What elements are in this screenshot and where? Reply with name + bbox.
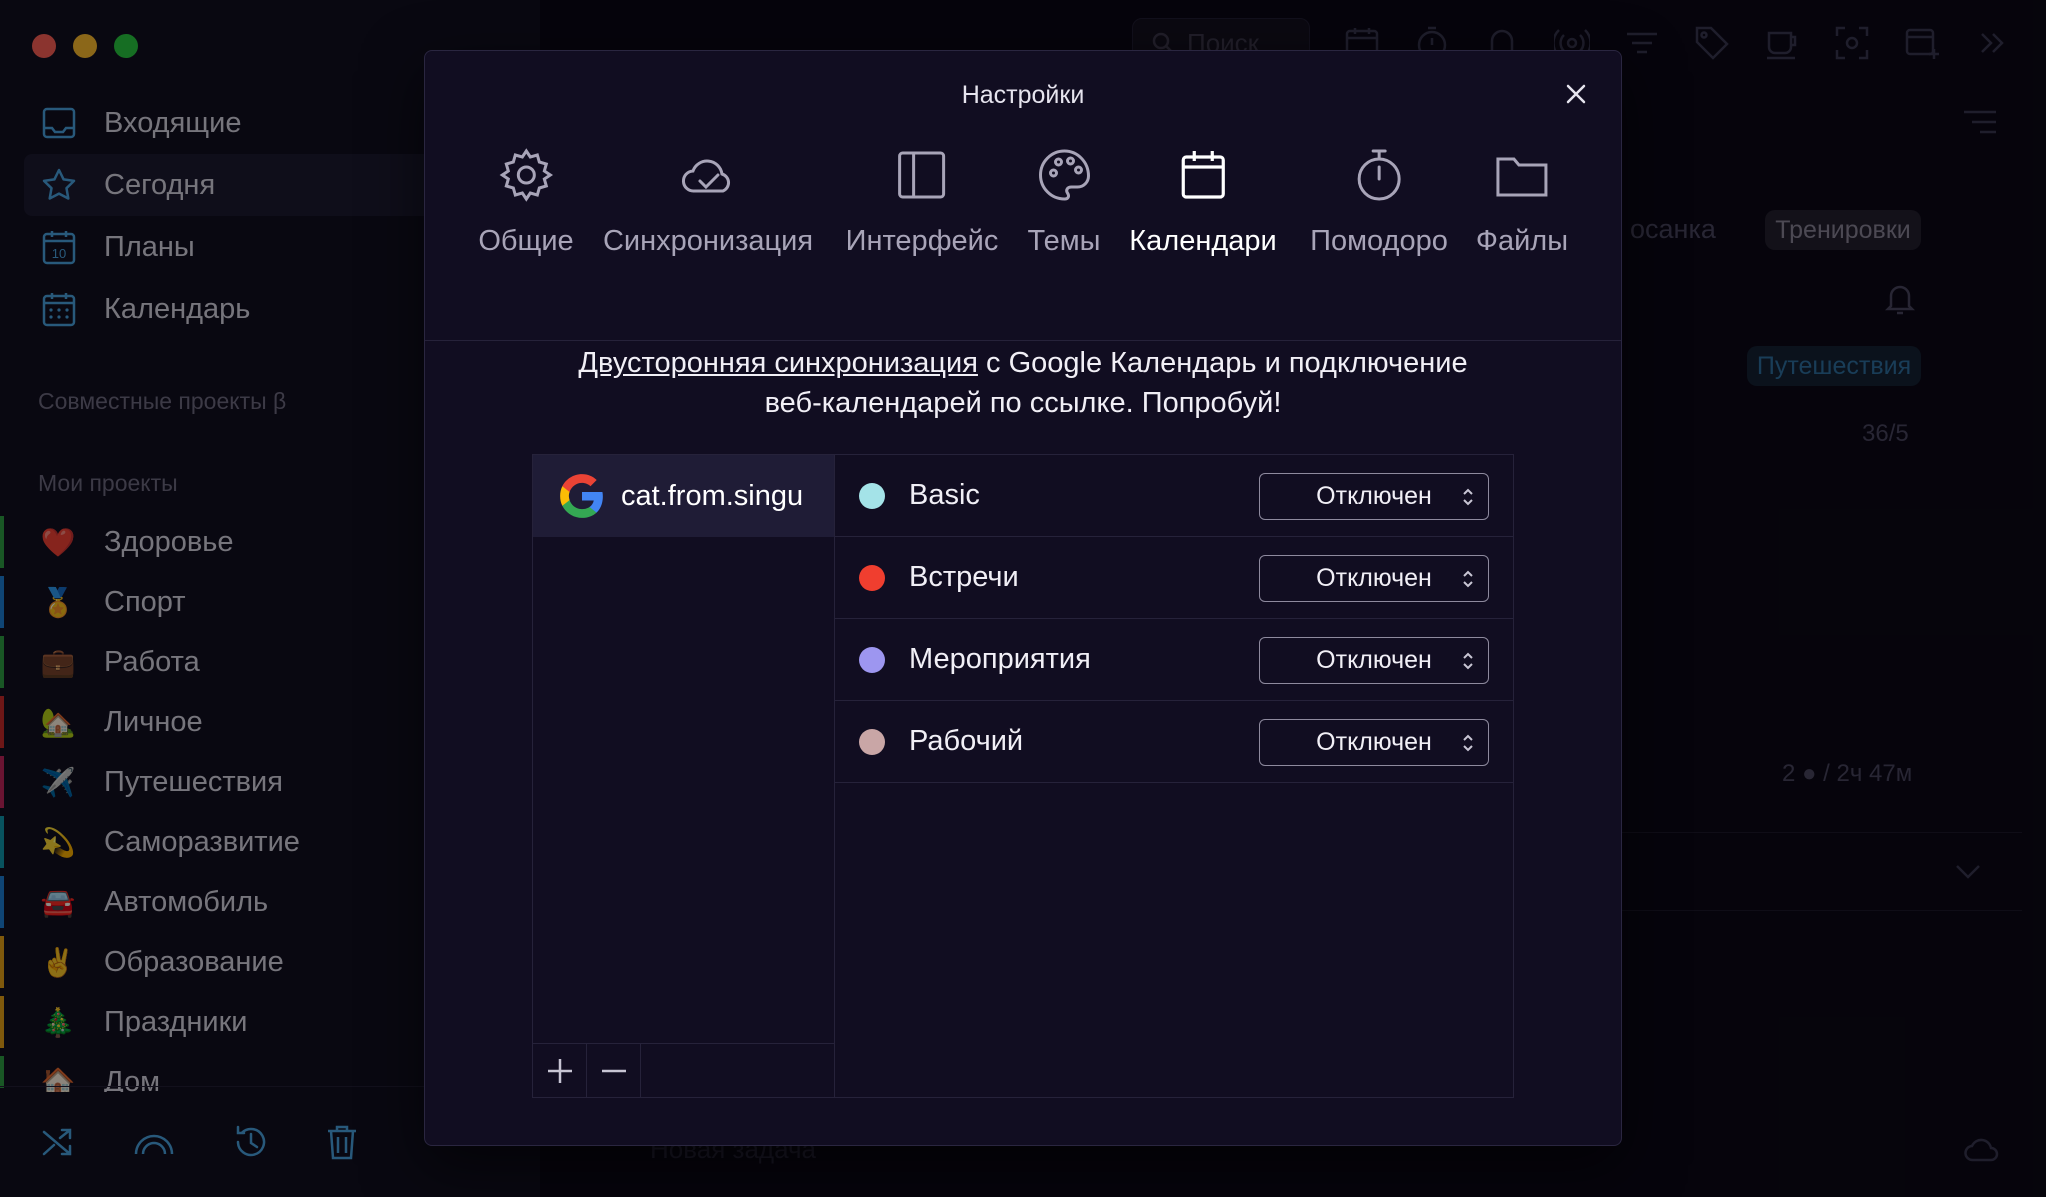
close-icon: [1566, 84, 1586, 104]
tab-label: Файлы: [1475, 225, 1569, 257]
plus-icon: [547, 1058, 572, 1083]
promo-line1: с Google Календарь и подключение: [977, 347, 1468, 379]
dialog-title: Настройки: [961, 81, 1085, 109]
calendar-sync-select[interactable]: Отключен: [1259, 473, 1489, 520]
tab-label: Календари: [1129, 225, 1277, 257]
calendar-row: Мероприятия Отключен: [835, 619, 1513, 701]
close-dialog-button[interactable]: [1559, 77, 1593, 111]
select-value: Отключен: [1316, 564, 1432, 592]
calendar-name: Мероприятия: [909, 643, 1091, 675]
tab-label: Синхронизация: [602, 225, 814, 257]
calendar-color-dot: [859, 564, 885, 591]
google-icon: [560, 474, 603, 518]
calendar-icon: [1181, 151, 1225, 199]
calendar-sync-select[interactable]: Отключен: [1259, 719, 1489, 766]
updown-caret-icon: [1463, 488, 1473, 506]
calendar-sync-select[interactable]: Отключен: [1259, 555, 1489, 602]
tab-label: Темы: [1027, 225, 1101, 257]
calendar-name: Basic: [909, 479, 980, 511]
select-value: Отключен: [1316, 646, 1432, 674]
settings-dialog: Настройки Общие Синхронизация Интерфейс …: [424, 50, 1622, 1146]
calendar-settings-panel: cat.from.singu Basic Отключен Встречи От…: [532, 454, 1514, 1098]
tab-label: Интерфейс: [845, 225, 999, 257]
cloud-check-icon: [681, 159, 731, 193]
calendar-name: Рабочий: [909, 725, 1024, 757]
tab-label: Помодоро: [1310, 225, 1448, 257]
stopwatch-icon: [1357, 149, 1401, 201]
promo-text: Двусторонняя синхронизация с Google Кале…: [425, 343, 1621, 423]
promo-line2: веб-календарей по ссылке. Попробуй!: [764, 387, 1282, 419]
calendar-color-dot: [859, 728, 885, 755]
calendar-color-dot: [859, 646, 885, 673]
account-list: cat.from.singu: [533, 455, 835, 1097]
tab-pomodoro[interactable]: Помодоро: [1310, 139, 1448, 258]
updown-caret-icon: [1463, 570, 1473, 588]
tab-general[interactable]: Общие: [478, 139, 574, 258]
calendar-row: Рабочий Отключен: [835, 701, 1513, 783]
folder-icon: [1496, 157, 1548, 197]
calendar-sync-select[interactable]: Отключен: [1259, 637, 1489, 684]
add-account-button[interactable]: [533, 1044, 587, 1097]
tab-interface[interactable]: Интерфейс: [845, 139, 999, 258]
sidebar-layout-icon: [898, 151, 946, 199]
account-item[interactable]: cat.from.singu: [533, 455, 834, 537]
updown-caret-icon: [1463, 652, 1473, 670]
minus-icon: [601, 1069, 626, 1072]
settings-tabs: Общие Синхронизация Интерфейс Темы Кален…: [425, 139, 1621, 341]
gear-icon: [499, 148, 553, 202]
tab-label: Общие: [478, 225, 574, 257]
updown-caret-icon: [1463, 734, 1473, 752]
calendar-list: Basic Отключен Встречи Отключен Мероприя…: [835, 455, 1513, 783]
calendar-color-dot: [859, 482, 885, 509]
select-value: Отключен: [1316, 482, 1432, 510]
remove-account-button[interactable]: [587, 1044, 641, 1097]
tab-calendars[interactable]: Календари: [1129, 139, 1277, 258]
tab-themes[interactable]: Темы: [1028, 139, 1101, 258]
calendar-row: Basic Отключен: [835, 455, 1513, 537]
two-way-sync-link[interactable]: Двусторонняя синхронизация: [578, 347, 978, 379]
select-value: Отключен: [1316, 728, 1432, 756]
calendar-row: Встречи Отключен: [835, 537, 1513, 619]
account-actions: [533, 1043, 834, 1097]
tab-sync[interactable]: Синхронизация: [603, 139, 813, 258]
account-email: cat.from.singu: [621, 479, 804, 512]
tab-files[interactable]: Файлы: [1476, 139, 1568, 258]
calendar-name: Встречи: [909, 561, 1019, 593]
palette-icon: [1038, 149, 1090, 201]
